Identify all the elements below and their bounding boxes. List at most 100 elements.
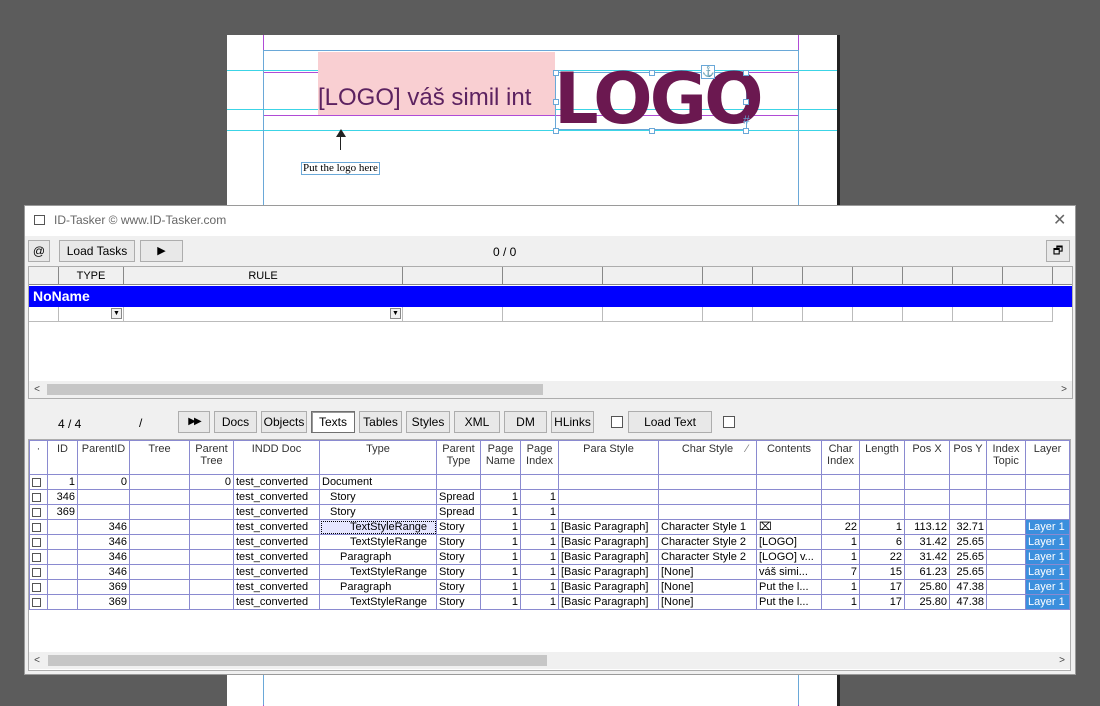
column-header[interactable]: Page Index	[520, 440, 559, 475]
table-cell[interactable]	[77, 504, 130, 520]
table-cell[interactable]: 32.71	[949, 519, 987, 535]
row-checkbox-cell[interactable]	[29, 579, 48, 595]
table-cell[interactable]	[986, 549, 1026, 565]
scroll-right-icon[interactable]: >	[1056, 381, 1072, 398]
table-cell[interactable]: Layer 1	[1025, 549, 1070, 565]
table-cell[interactable]: 1	[520, 579, 559, 595]
table-cell[interactable]: Layer 1	[1025, 579, 1070, 595]
table-cell[interactable]: Spread	[436, 489, 481, 505]
table-cell[interactable]	[904, 504, 950, 520]
table-cell[interactable]: TextStyleRange	[319, 564, 437, 580]
table-cell[interactable]: [None]	[658, 579, 757, 595]
rule-grid-header[interactable]	[903, 267, 953, 285]
table-cell[interactable]: 0	[77, 474, 130, 490]
tab-objects[interactable]: Objects	[261, 411, 307, 433]
row-checkbox-cell[interactable]	[29, 474, 48, 490]
table-cell[interactable]: 1	[480, 489, 521, 505]
table-cell[interactable]: Layer 1	[1025, 594, 1070, 610]
row-checkbox[interactable]	[32, 507, 41, 517]
table-cell[interactable]: test_converted	[233, 489, 320, 505]
table-cell[interactable]: 346	[47, 489, 78, 505]
rule-grid-header[interactable]	[403, 267, 503, 285]
table-cell[interactable]	[189, 594, 234, 610]
table-cell[interactable]: Layer 1	[1025, 564, 1070, 580]
table-cell[interactable]: 346	[77, 549, 130, 565]
caption-text[interactable]: Put the logo here	[301, 162, 380, 175]
table-cell[interactable]: 1	[520, 549, 559, 565]
table-row[interactable]: 346 test_converted TextStyleRange Story 1 1 [B…	[29, 519, 1070, 535]
table-cell[interactable]: Paragraph	[319, 579, 437, 595]
rule-grid-header[interactable]	[803, 267, 853, 285]
table-cell[interactable]: 17	[859, 579, 905, 595]
rule-grid-header[interactable]	[853, 267, 903, 285]
fast-forward-button[interactable]: ▶▶	[178, 411, 210, 433]
table-cell[interactable]: [LOGO] v...	[756, 549, 822, 565]
table-cell[interactable]	[189, 549, 234, 565]
table-cell[interactable]	[986, 519, 1026, 535]
rule-cell[interactable]	[703, 307, 753, 322]
title-bar[interactable]: ID-Tasker © www.ID-Tasker.com ✕	[25, 206, 1075, 236]
rule-grid-header[interactable]	[1053, 267, 1072, 285]
table-cell[interactable]	[821, 489, 860, 505]
table-cell[interactable]	[756, 474, 822, 490]
table-cell[interactable]: Paragraph	[319, 549, 437, 565]
table-cell[interactable]	[986, 534, 1026, 550]
table-cell[interactable]: 61.23	[904, 564, 950, 580]
scrollbar-thumb[interactable]	[48, 655, 547, 666]
table-cell[interactable]	[129, 489, 190, 505]
rule-grid-header-rule[interactable]: RULE	[124, 267, 403, 285]
table-cell[interactable]: 1	[859, 519, 905, 535]
table-cell[interactable]: 1	[520, 519, 559, 535]
column-header[interactable]: Para Style	[558, 440, 659, 475]
column-header[interactable]: Pos Y	[949, 440, 987, 475]
table-row[interactable]: 369 test_converted Story Spread 1 1	[29, 504, 1070, 520]
row-checkbox-cell[interactable]	[29, 564, 48, 580]
load-tasks-button[interactable]: Load Tasks	[59, 240, 135, 262]
restore-window-button[interactable]: 🗗	[1046, 240, 1070, 262]
table-cell[interactable]	[129, 519, 190, 535]
chevron-down-icon[interactable]: ▼	[111, 308, 122, 319]
table-cell[interactable]	[986, 504, 1026, 520]
table-row[interactable]: 1 0 0 test_converted Document	[29, 474, 1070, 490]
table-cell[interactable]: TextStyleRange	[319, 534, 437, 550]
table-cell[interactable]	[47, 549, 78, 565]
table-cell[interactable]	[129, 534, 190, 550]
rule-cell[interactable]	[1003, 307, 1053, 322]
table-cell[interactable]: [Basic Paragraph]	[558, 519, 659, 535]
table-cell[interactable]	[986, 594, 1026, 610]
table-cell[interactable]: 7	[821, 564, 860, 580]
scroll-left-icon[interactable]: <	[29, 381, 45, 398]
table-cell[interactable]	[436, 474, 481, 490]
scroll-left-icon[interactable]: <	[29, 652, 45, 669]
rule-grid-scrollbar[interactable]: < >	[29, 381, 1072, 398]
row-checkbox[interactable]	[32, 477, 41, 487]
table-cell[interactable]: test_converted	[233, 474, 320, 490]
table-cell[interactable]: 25.65	[949, 534, 987, 550]
rule-cell[interactable]	[29, 307, 59, 322]
table-cell[interactable]	[558, 504, 659, 520]
table-cell[interactable]	[658, 474, 757, 490]
column-header[interactable]: Tree	[129, 440, 190, 475]
row-checkbox[interactable]	[32, 582, 41, 592]
table-cell[interactable]	[129, 579, 190, 595]
tab-docs[interactable]: Docs	[214, 411, 257, 433]
table-cell[interactable]: 1	[821, 549, 860, 565]
table-cell[interactable]: 17	[859, 594, 905, 610]
column-header[interactable]: Type	[319, 440, 437, 475]
table-cell[interactable]: 1	[480, 519, 521, 535]
row-checkbox[interactable]	[32, 492, 41, 502]
column-header[interactable]: Page Name	[480, 440, 521, 475]
rule-grid-header[interactable]	[29, 267, 59, 285]
tab-tables[interactable]: Tables	[359, 411, 402, 433]
table-cell[interactable]: Story	[436, 594, 481, 610]
at-button[interactable]: @	[28, 240, 50, 262]
row-checkbox[interactable]	[32, 552, 41, 562]
row-checkbox[interactable]	[32, 537, 41, 547]
resize-handle[interactable]	[743, 128, 749, 134]
table-cell[interactable]: 1	[520, 594, 559, 610]
load-text-checkbox[interactable]	[611, 416, 623, 428]
rule-cell[interactable]	[853, 307, 903, 322]
table-cell[interactable]: Story	[436, 564, 481, 580]
column-header[interactable]: Char Style ⁄	[658, 440, 757, 475]
table-cell[interactable]: [LOGO]	[756, 534, 822, 550]
